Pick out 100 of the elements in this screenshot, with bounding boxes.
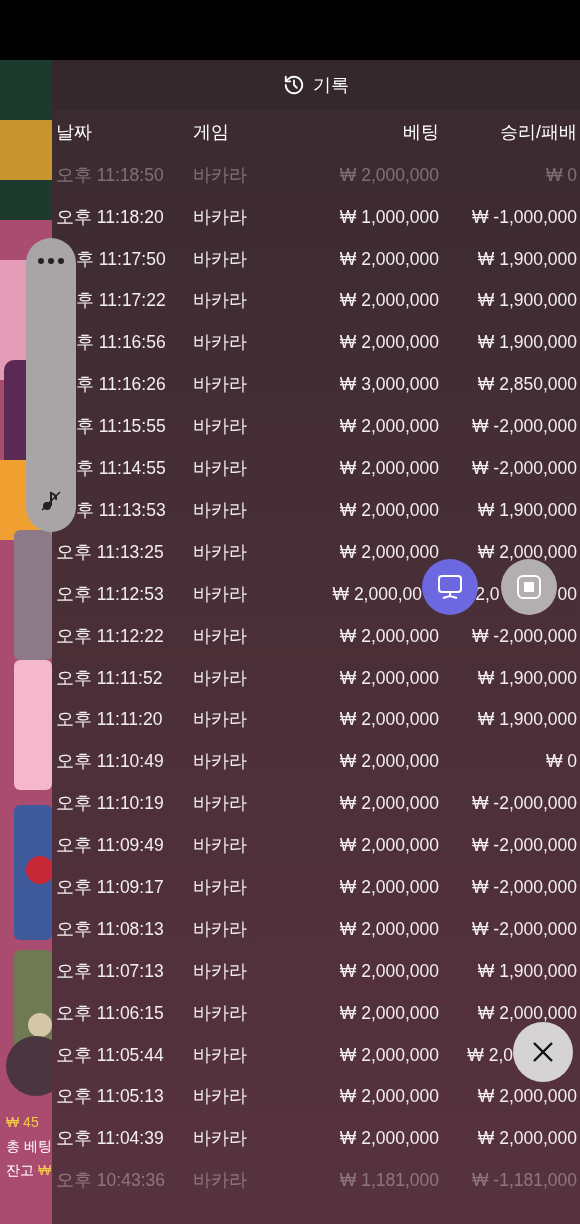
table-cell-text: ₩ -2,000,000: [470, 415, 577, 439]
table-cell-text: 오후 11:07:13: [56, 959, 165, 983]
table-cell-text: 바카라: [192, 708, 248, 732]
table-cell-text: 바카라: [192, 582, 248, 606]
table-cell-text: 바카라: [192, 415, 248, 439]
table-cell-text: 바카라: [192, 1127, 248, 1151]
table-cell-text: ₩ 1,900,000: [476, 289, 577, 313]
table-cell-text: ₩ 2,000,000: [338, 163, 439, 187]
table-cell-text: ₩ 2,000,000: [338, 289, 439, 313]
table-cell-text: ₩ 2,000,000: [338, 834, 439, 858]
table-cell-text: 바카라: [192, 1085, 248, 1109]
table-cell-text: ₩ 1,000,000: [338, 205, 439, 229]
table-cell-fragment: 00: [557, 582, 577, 606]
table-cell-text: ₩ 2,000,000: [338, 708, 439, 732]
table-cell-text: ₩ -2,000,000: [470, 457, 577, 481]
table-cell-text: 오후 11:12:53: [56, 582, 165, 606]
table-cell-text: ₩ -1,181,000: [470, 1169, 577, 1193]
table-cell-text: 후 11:17:50: [76, 247, 167, 271]
table-cell-text: ₩ -2,000,000: [470, 875, 577, 899]
table-cell-text: 오후 11:08:13: [56, 917, 165, 941]
table-cell-text: 오후 11:11:52: [56, 666, 164, 690]
table-cell-text: 오후 11:05:44: [56, 1043, 165, 1067]
table-cell-fragment: 2,0: [475, 582, 500, 606]
table-cell-text: 오후 11:12:22: [56, 624, 165, 648]
table-cell-text: 오후 11:10:19: [56, 792, 165, 816]
table-cell-text: 바카라: [192, 1169, 248, 1193]
table-cell-text: 바카라: [192, 540, 248, 564]
table-cell-text: ₩ 0: [544, 163, 577, 187]
column-header: 날짜: [56, 120, 93, 144]
table-cell-text: 오후 11:05:13: [56, 1085, 165, 1109]
table-cell-text: ₩ 0: [544, 750, 577, 774]
table-cell-text: 후 11:16:26: [76, 373, 167, 397]
table-cell-text: ₩ 1,181,000: [338, 1169, 439, 1193]
table-cell-text: 오후 11:09:17: [56, 875, 165, 899]
table-cell-text: 바카라: [192, 666, 248, 690]
table-cell-text: ₩ -2,000,000: [470, 834, 577, 858]
table-cell-text: 바카라: [192, 498, 248, 522]
table-cell-text: 바카라: [192, 834, 248, 858]
mute-music-icon[interactable]: [40, 490, 62, 512]
column-header: 게임: [192, 120, 230, 144]
currency-symbol: ₩: [38, 1161, 52, 1180]
table-cell-text: 후 11:17:22: [76, 289, 167, 313]
column-header: 베팅: [402, 120, 439, 144]
table-cell-text: ₩ -2,000,000: [470, 624, 577, 648]
table-cell-text: 바카라: [192, 457, 248, 481]
table-cell-text: 오후 11:09:49: [56, 834, 165, 858]
table-cell-text: ₩ 2,000,000: [338, 1043, 439, 1067]
table-cell-text: 오후 11:10:49: [56, 750, 165, 774]
table-cell-text: 바카라: [192, 1001, 248, 1025]
table-cell-text: 바카라: [192, 1043, 248, 1067]
table-cell-text: ₩ 2,000,000: [338, 959, 439, 983]
table-cell-text: ₩ 2,000,000: [338, 875, 439, 899]
info-label: 총 베팅: [6, 1137, 52, 1156]
table-cell-text: 바카라: [192, 247, 248, 271]
column-header: 승리/패배: [499, 120, 577, 144]
table-cell-text: 오후 11:11:20: [56, 708, 164, 732]
table-cell-text: ₩ 2,000,000: [476, 1085, 577, 1109]
table-cell-text: 바카라: [192, 750, 248, 774]
table-cell-text: 바카라: [192, 331, 248, 355]
table-cell-text: ₩ 1,900,000: [476, 708, 577, 732]
table-cell-text: ₩ 2,000,000: [338, 750, 439, 774]
table-cell-text: 오후 11:06:15: [56, 1001, 165, 1025]
monitor-icon: [436, 574, 464, 600]
table-cell-text: 오후 11:18:50: [56, 163, 165, 187]
square-icon: [516, 574, 542, 600]
table-cell-text: ₩ 2,000,000: [338, 1085, 439, 1109]
table-cell-text: ₩ -2,000,000: [470, 792, 577, 816]
table-cell-text: ₩ 2,000,000: [476, 1001, 577, 1025]
table-cell-text: ₩ -1,000,000: [470, 205, 577, 229]
more-icon[interactable]: [38, 258, 64, 264]
table-cell-text: ₩ 2,000,000: [338, 1001, 439, 1025]
info-label: 잔고: [6, 1161, 34, 1180]
table-cell-text: ₩ 2,000,000: [338, 457, 439, 481]
table-cell-text: 오후 11:13:25: [56, 540, 165, 564]
table-cell-text: ₩ 1,900,000: [476, 498, 577, 522]
table-cell-text: ₩ 2,000,000: [338, 917, 439, 941]
table-cell-text: ₩ 2,000,000: [338, 792, 439, 816]
table-cell-text: 오후 10:43:36: [56, 1169, 166, 1193]
table-cell-text: 바카라: [192, 373, 248, 397]
table-cell-text: 바카라: [192, 624, 248, 648]
close-icon: [531, 1040, 555, 1064]
table-cell-text: 바카라: [192, 917, 248, 941]
table-cell-text: ₩ 2,000,000: [338, 624, 439, 648]
table-cell-text: 바카라: [192, 959, 248, 983]
table-cell-text: ₩ 2,000,000: [476, 540, 577, 564]
table-cell-text: 후 11:16:56: [76, 331, 167, 355]
table-cell-text: ₩ 2,850,000: [476, 373, 577, 397]
table-cell-text: ₩ 2,000,000: [338, 666, 439, 690]
table-cell-text: ₩ -2,000,000: [470, 917, 577, 941]
table-cell-text: ₩ 2,000,000: [338, 331, 439, 355]
panel-title: 기록: [313, 73, 349, 97]
history-icon: [283, 74, 305, 96]
table-cell-text: ₩ 1,900,000: [476, 247, 577, 271]
table-cell-text: ₩ 2,0: [466, 1043, 513, 1067]
table-cell-text: ₩ 2,000,000: [476, 1127, 577, 1151]
table-cell-text: 후 11:13:53: [76, 498, 167, 522]
table-cell-text: ₩ 2,000,000: [338, 540, 439, 564]
table-cell-text: ₩ 1,900,000: [476, 331, 577, 355]
table-cell-text: ₩ 2,000,000: [338, 498, 439, 522]
table-cell-text: ₩ 2,000,000: [338, 1127, 439, 1151]
